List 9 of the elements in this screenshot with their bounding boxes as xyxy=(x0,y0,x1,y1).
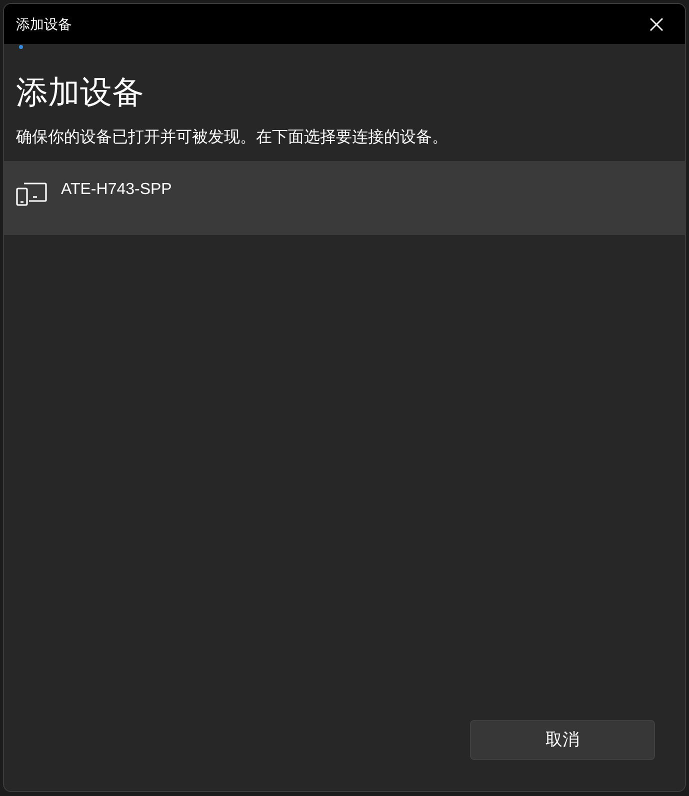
devices-icon xyxy=(16,180,47,206)
window-title: 添加设备 xyxy=(16,14,72,34)
instruction-text: 确保你的设备已打开并可被发现。在下面选择要连接的设备。 xyxy=(15,128,449,148)
close-icon xyxy=(650,18,662,30)
device-name: ATE-H743-SPP xyxy=(61,180,172,200)
progress-dot-icon xyxy=(19,45,23,49)
cancel-button[interactable]: 取消 xyxy=(470,720,655,760)
device-list-item[interactable]: ATE-H743-SPP xyxy=(4,161,685,235)
page-heading: 添加设备 xyxy=(15,73,145,112)
